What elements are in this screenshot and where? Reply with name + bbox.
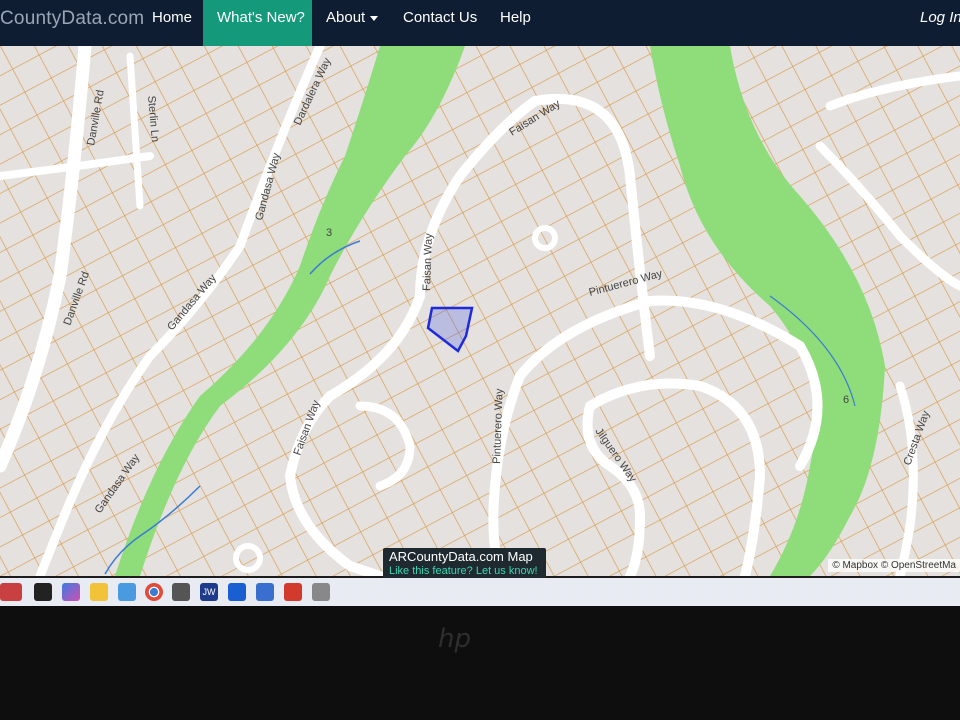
hp-logo: hp: [438, 624, 471, 654]
nav-about-label: About: [326, 9, 366, 26]
widgets-icon[interactable]: [0, 583, 22, 601]
parcel-map[interactable]: Danville Rd Danville Rd Gandasa Way Gand…: [0, 46, 960, 576]
tooltip-title: ARCountyData.com Map: [389, 549, 533, 564]
marker-6: 6: [843, 394, 849, 406]
top-navbar: CountyData.com Home What's New? About Co…: [0, 0, 960, 46]
laptop-bezel: hp: [0, 606, 960, 720]
malwarebytes-icon[interactable]: [228, 583, 246, 601]
clipboard-icon[interactable]: [312, 583, 330, 601]
chrome-icon[interactable]: [145, 583, 163, 601]
tooltip-feedback-link[interactable]: Like this feature? Let us know!: [389, 564, 538, 578]
brand-name: County: [0, 8, 62, 29]
nav-contact-us[interactable]: Contact Us: [403, 0, 477, 46]
nav-home[interactable]: Home: [152, 0, 192, 46]
brand-suffix: Data.com: [61, 8, 145, 29]
label-faisan-way-2: Faisan Way: [421, 233, 435, 292]
map-attribution[interactable]: © Mapbox © OpenStreetMa: [828, 559, 960, 572]
jw-icon[interactable]: JW: [200, 583, 218, 601]
map-tooltip: ARCountyData.com Map Like this feature? …: [383, 548, 546, 581]
map-canvas[interactable]: Danville Rd Danville Rd Gandasa Way Gand…: [0, 46, 960, 576]
login-link[interactable]: Log In: [920, 0, 960, 46]
nav-about[interactable]: About: [326, 0, 379, 46]
calculator-icon[interactable]: [256, 583, 274, 601]
site-logo[interactable]: CountyData.com: [0, 8, 144, 30]
windows-taskbar: JW: [0, 578, 960, 606]
folder-icon[interactable]: [90, 583, 108, 601]
nav-whats-new[interactable]: What's New?: [203, 0, 312, 46]
snipping-icon[interactable]: [118, 583, 136, 601]
nav-help[interactable]: Help: [500, 0, 531, 46]
chevron-down-icon: [370, 15, 379, 21]
marker-3: 3: [326, 227, 332, 239]
file-explorer-icon[interactable]: [34, 583, 52, 601]
acrobat-icon[interactable]: [284, 583, 302, 601]
copilot-icon[interactable]: [62, 583, 80, 601]
mail-icon[interactable]: [172, 583, 190, 601]
